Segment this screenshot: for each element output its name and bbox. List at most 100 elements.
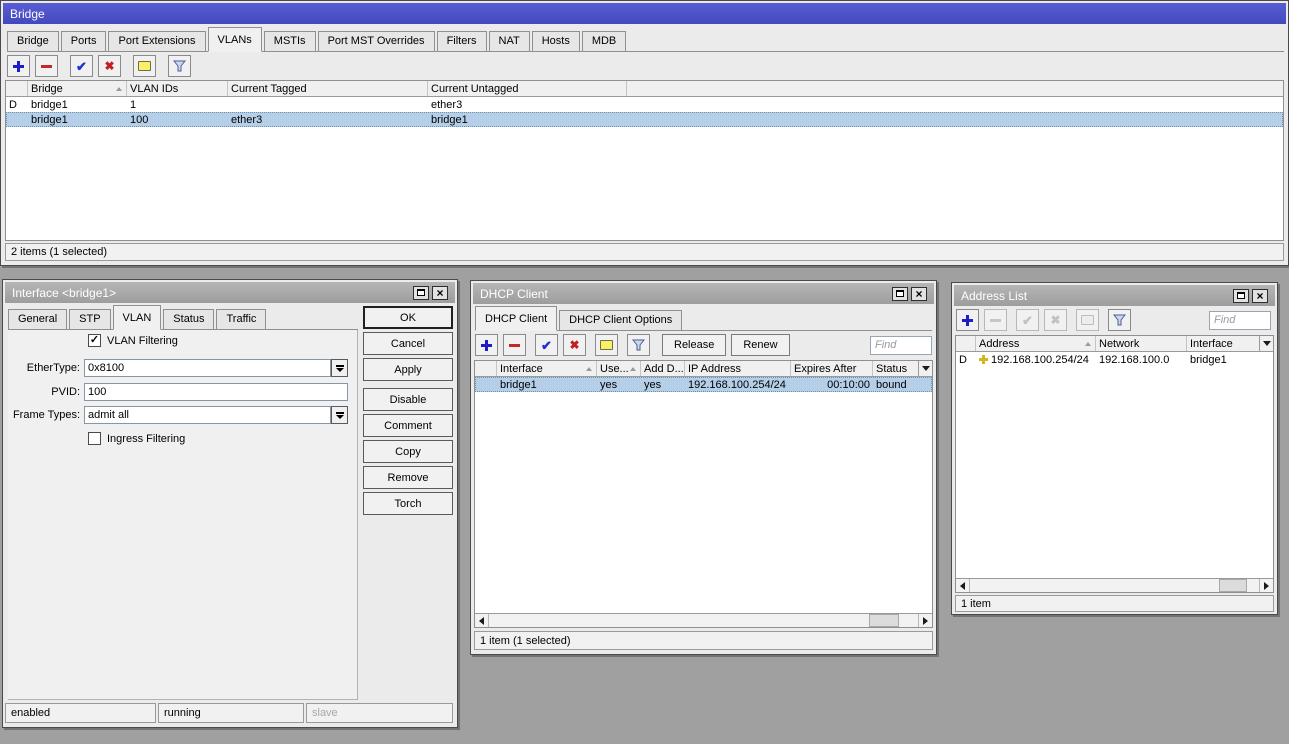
enable-button[interactable]: ✔: [535, 334, 558, 356]
table-row[interactable]: D 192.168.100.254/24 192.168.100.0 bridg…: [956, 352, 1273, 367]
col-flags[interactable]: [475, 361, 497, 376]
tab-dhcp-client-options[interactable]: DHCP Client Options: [559, 310, 682, 330]
col-filler: [627, 81, 1283, 96]
disable-button[interactable]: ✖: [563, 334, 586, 356]
comment-button[interactable]: [1076, 309, 1099, 331]
close-button[interactable]: ×: [1252, 289, 1268, 303]
scrollbar-thumb[interactable]: [1219, 579, 1247, 592]
scroll-right-button[interactable]: [918, 614, 932, 627]
add-button[interactable]: [956, 309, 979, 331]
tab-dhcp-client[interactable]: DHCP Client: [475, 306, 557, 331]
disable-button[interactable]: Disable: [363, 388, 453, 411]
ethertype-dropdown-button[interactable]: [331, 359, 348, 377]
tab-nat[interactable]: NAT: [489, 31, 530, 51]
col-current-untagged[interactable]: Current Untagged: [428, 81, 627, 96]
disable-button[interactable]: ✖: [1044, 309, 1067, 331]
interface-window-titlebar[interactable]: Interface <bridge1> ×: [5, 282, 455, 303]
col-interface[interactable]: Interface: [497, 361, 597, 376]
release-button[interactable]: Release: [662, 334, 726, 356]
col-vlan-ids[interactable]: VLAN IDs: [127, 81, 228, 96]
find-input[interactable]: [870, 336, 932, 355]
scroll-left-button[interactable]: [956, 579, 970, 592]
col-address[interactable]: Address: [976, 336, 1096, 351]
row-current-tagged: ether3: [228, 112, 428, 127]
col-expires-after[interactable]: Expires After: [791, 361, 873, 376]
col-flags[interactable]: [6, 81, 28, 96]
ok-button[interactable]: OK: [363, 306, 453, 329]
tab-mdb[interactable]: MDB: [582, 31, 626, 51]
disable-button[interactable]: ✖: [98, 55, 121, 77]
tab-bridge[interactable]: Bridge: [7, 31, 59, 51]
renew-button[interactable]: Renew: [731, 334, 789, 356]
comment-button[interactable]: [595, 334, 618, 356]
remove-button[interactable]: [35, 55, 58, 77]
col-ip-address[interactable]: IP Address: [685, 361, 791, 376]
enable-button[interactable]: ✔: [1016, 309, 1039, 331]
tab-port-extensions[interactable]: Port Extensions: [108, 31, 205, 51]
column-chooser-button[interactable]: [1259, 336, 1273, 351]
ingress-filtering-checkbox[interactable]: [88, 432, 101, 445]
col-network[interactable]: Network: [1096, 336, 1187, 351]
tab-filters[interactable]: Filters: [437, 31, 487, 51]
torch-button[interactable]: Torch: [363, 492, 453, 515]
close-button[interactable]: ×: [432, 286, 448, 300]
filter-icon: [173, 60, 186, 72]
col-interface[interactable]: Interface: [1187, 336, 1259, 351]
tab-port-mst-overrides[interactable]: Port MST Overrides: [318, 31, 435, 51]
table-row[interactable]: D bridge1 1 ether3: [6, 97, 1283, 112]
maximize-button[interactable]: [892, 287, 908, 301]
horizontal-scrollbar[interactable]: [956, 578, 1273, 592]
copy-button[interactable]: Copy: [363, 440, 453, 463]
close-icon: ×: [915, 289, 922, 299]
tab-mstis[interactable]: MSTIs: [264, 31, 316, 51]
scroll-right-button[interactable]: [1259, 579, 1273, 592]
tab-general[interactable]: General: [8, 309, 67, 329]
find-input[interactable]: [1209, 311, 1271, 330]
remove-button[interactable]: [984, 309, 1007, 331]
add-button[interactable]: [7, 55, 30, 77]
col-add-default[interactable]: Add D...: [641, 361, 685, 376]
comment-button[interactable]: Comment: [363, 414, 453, 437]
table-row-selected[interactable]: bridge1 yes yes 192.168.100.254/24 00:10…: [475, 377, 932, 392]
dhcp-toolbar: ✔ ✖ Release Renew: [475, 333, 932, 357]
tab-status[interactable]: Status: [163, 309, 214, 329]
remove-button[interactable]: [503, 334, 526, 356]
filter-button[interactable]: [627, 334, 650, 356]
maximize-button[interactable]: [413, 286, 429, 300]
col-current-tagged[interactable]: Current Tagged: [228, 81, 428, 96]
bridge-window-titlebar[interactable]: Bridge: [3, 3, 1286, 24]
comment-button[interactable]: [133, 55, 156, 77]
tab-traffic[interactable]: Traffic: [216, 309, 266, 329]
scrollbar-thumb[interactable]: [869, 614, 899, 627]
table-row-selected[interactable]: bridge1 100 ether3 bridge1: [6, 112, 1283, 127]
close-button[interactable]: ×: [911, 287, 927, 301]
col-use[interactable]: Use...: [597, 361, 641, 376]
remove-button[interactable]: Remove: [363, 466, 453, 489]
enable-button[interactable]: ✔: [70, 55, 93, 77]
address-window-titlebar[interactable]: Address List ×: [954, 285, 1275, 306]
tab-vlans[interactable]: VLANs: [208, 27, 262, 52]
apply-button[interactable]: Apply: [363, 358, 453, 381]
dhcp-window-titlebar[interactable]: DHCP Client ×: [473, 283, 934, 304]
tab-hosts[interactable]: Hosts: [532, 31, 580, 51]
scroll-left-button[interactable]: [475, 614, 489, 627]
frame-types-dropdown-button[interactable]: [331, 406, 348, 424]
maximize-button[interactable]: [1233, 289, 1249, 303]
col-status[interactable]: Status: [873, 361, 918, 376]
add-button[interactable]: [475, 334, 498, 356]
column-chooser-button[interactable]: [918, 361, 932, 376]
col-bridge[interactable]: Bridge: [28, 81, 127, 96]
col-flags[interactable]: [956, 336, 976, 351]
arrow-left-icon: [960, 582, 965, 590]
filter-button[interactable]: [168, 55, 191, 77]
horizontal-scrollbar[interactable]: [475, 613, 932, 627]
cancel-button[interactable]: Cancel: [363, 332, 453, 355]
filter-button[interactable]: [1108, 309, 1131, 331]
vlan-filtering-checkbox[interactable]: ✓: [88, 334, 101, 347]
tab-stp[interactable]: STP: [69, 309, 110, 329]
tab-vlan[interactable]: VLAN: [113, 305, 162, 330]
pvid-field[interactable]: [84, 383, 348, 401]
tab-ports[interactable]: Ports: [61, 31, 107, 51]
frame-types-field[interactable]: [84, 406, 331, 424]
ethertype-field[interactable]: [84, 359, 331, 377]
